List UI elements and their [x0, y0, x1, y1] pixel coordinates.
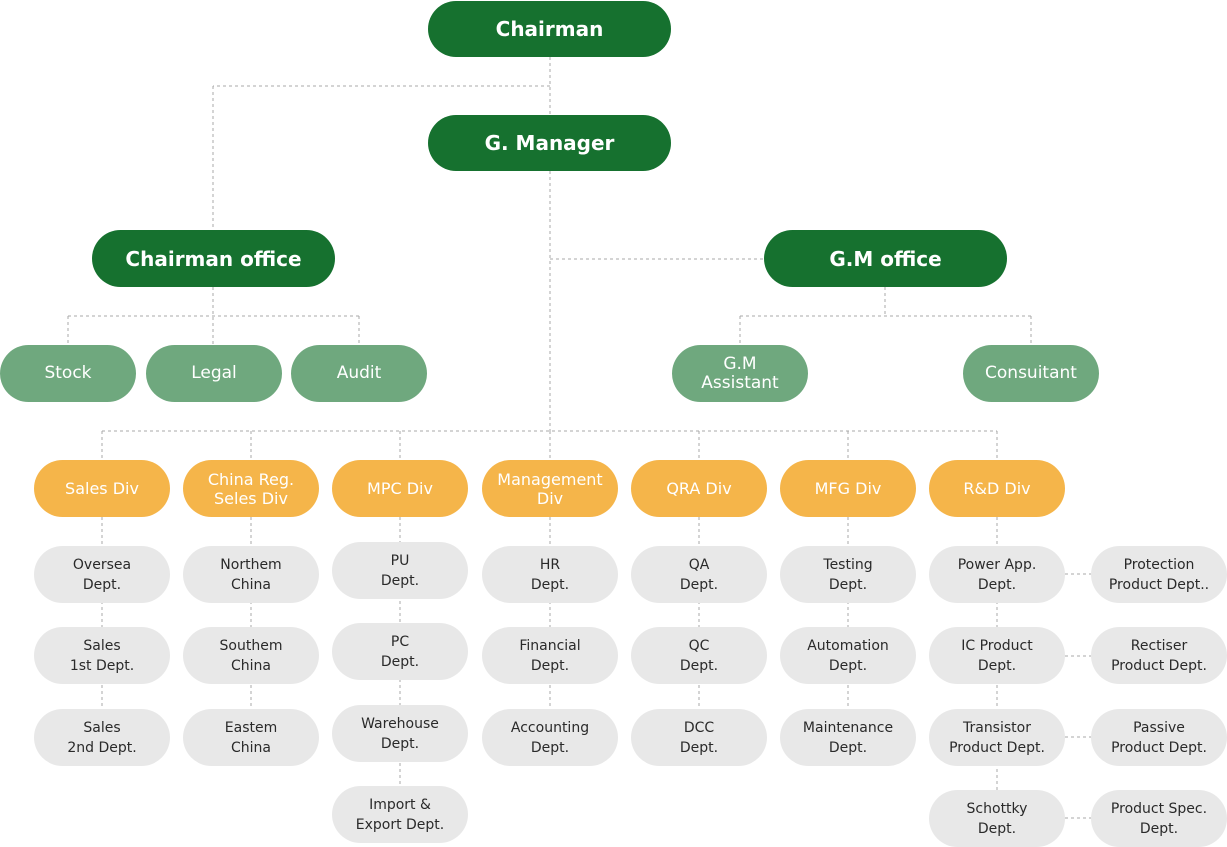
- dept-node[interactable]: PC Dept.: [332, 623, 468, 680]
- rnd-sub-dept-node[interactable]: Passive Product Dept.: [1091, 709, 1227, 766]
- audit-node[interactable]: Audit: [291, 345, 427, 402]
- management-div-node[interactable]: Management Div: [482, 460, 618, 517]
- dept-node[interactable]: Testing Dept.: [780, 546, 916, 603]
- dept-node[interactable]: PU Dept.: [332, 542, 468, 599]
- legal-node[interactable]: Legal: [146, 345, 282, 402]
- consultant-node[interactable]: Consuitant: [963, 345, 1099, 402]
- dept-node[interactable]: Maintenance Dept.: [780, 709, 916, 766]
- dept-node[interactable]: IC Product Dept.: [929, 627, 1065, 684]
- mpc-div-node[interactable]: MPC Div: [332, 460, 468, 517]
- qra-div-node[interactable]: QRA Div: [631, 460, 767, 517]
- dept-node[interactable]: Financial Dept.: [482, 627, 618, 684]
- dept-node[interactable]: Automation Dept.: [780, 627, 916, 684]
- dept-node[interactable]: QC Dept.: [631, 627, 767, 684]
- rnd-sub-dept-node[interactable]: Protection Product Dept..: [1091, 546, 1227, 603]
- dept-node[interactable]: DCC Dept.: [631, 709, 767, 766]
- dept-node[interactable]: Sales 2nd Dept.: [34, 709, 170, 766]
- rnd-div-node[interactable]: R&D Div: [929, 460, 1065, 517]
- rnd-sub-dept-node[interactable]: Product Spec. Dept.: [1091, 790, 1227, 847]
- china-reg-sales-div-node[interactable]: China Reg. Seles Div: [183, 460, 319, 517]
- sales-div-node[interactable]: Sales Div: [34, 460, 170, 517]
- dept-node[interactable]: Eastem China: [183, 709, 319, 766]
- dept-node[interactable]: Oversea Dept.: [34, 546, 170, 603]
- dept-node[interactable]: Power App. Dept.: [929, 546, 1065, 603]
- dept-node[interactable]: Southem China: [183, 627, 319, 684]
- dept-node[interactable]: QA Dept.: [631, 546, 767, 603]
- chairman-node[interactable]: Chairman: [428, 1, 671, 57]
- dept-node[interactable]: Sales 1st Dept.: [34, 627, 170, 684]
- dept-node[interactable]: Transistor Product Dept.: [929, 709, 1065, 766]
- gm-office-node[interactable]: G.M office: [764, 230, 1007, 287]
- general-manager-node[interactable]: G. Manager: [428, 115, 671, 171]
- stock-node[interactable]: Stock: [0, 345, 136, 402]
- dept-node[interactable]: Northem China: [183, 546, 319, 603]
- mfg-div-node[interactable]: MFG Div: [780, 460, 916, 517]
- rnd-sub-dept-node[interactable]: Rectiser Product Dept.: [1091, 627, 1227, 684]
- gm-assistant-node[interactable]: G.M Assistant: [672, 345, 808, 402]
- dept-node[interactable]: HR Dept.: [482, 546, 618, 603]
- dept-node[interactable]: Accounting Dept.: [482, 709, 618, 766]
- dept-node[interactable]: Warehouse Dept.: [332, 705, 468, 762]
- dept-node[interactable]: Import & Export Dept.: [332, 786, 468, 843]
- chairman-office-node[interactable]: Chairman office: [92, 230, 335, 287]
- dept-node[interactable]: Schottky Dept.: [929, 790, 1065, 847]
